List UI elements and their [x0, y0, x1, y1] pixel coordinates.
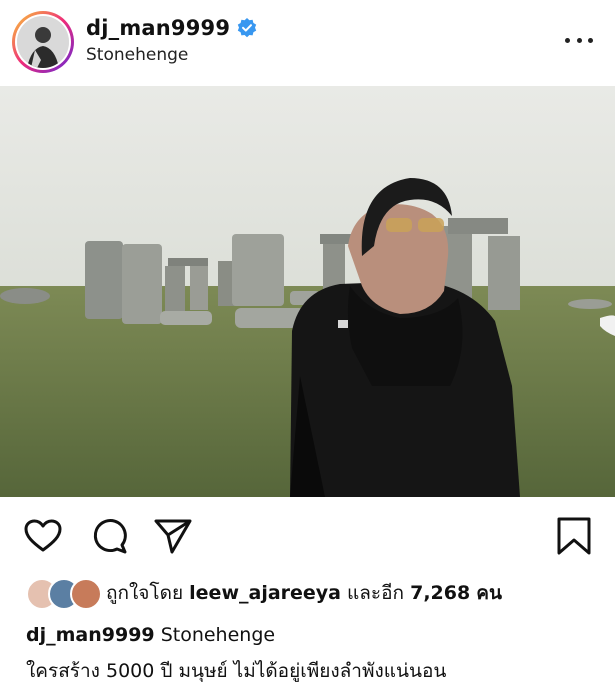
likes-suffix[interactable]: คน [476, 582, 502, 604]
likes-count-link[interactable]: 7,268 [410, 582, 470, 604]
comment-icon[interactable] [88, 515, 130, 557]
avatar-ring [15, 14, 71, 70]
liker-username-link[interactable]: leew_ajareeya [189, 582, 341, 604]
user-block: dj_man9999 Stonehenge [86, 16, 257, 65]
dot [588, 37, 593, 43]
location-link[interactable]: Stonehenge [86, 45, 257, 65]
avatar-image [17, 16, 69, 68]
caption-line-2: ใครสร้าง 5000 ปี มนุษย์ ไม่ได้อยู่เพียงล… [26, 660, 447, 682]
caption-username-link[interactable]: dj_man9999 [26, 624, 155, 646]
post-photo[interactable] [0, 86, 615, 497]
post-header: dj_man9999 Stonehenge [0, 0, 615, 86]
caption-text: Stonehenge [160, 624, 276, 646]
verified-badge-icon [237, 18, 257, 38]
likes-row: ถูกใจโดย leew_ajareeya และอีก 7,268 คน [26, 578, 502, 610]
likes-middle: และอีก [347, 582, 405, 604]
username-row: dj_man9999 [86, 16, 257, 40]
likes-summary: ถูกใจโดย leew_ajareeya และอีก 7,268 คน [106, 578, 502, 608]
liker-avatar [70, 578, 102, 610]
likes-prefix: ถูกใจโดย [106, 582, 184, 604]
share-icon[interactable] [152, 515, 194, 557]
bookmark-icon[interactable] [553, 515, 595, 557]
dot [565, 37, 570, 43]
more-options-icon[interactable] [565, 30, 593, 50]
avatar[interactable] [12, 11, 74, 73]
action-bar [0, 515, 615, 559]
heart-icon[interactable] [22, 515, 64, 557]
username-link[interactable]: dj_man9999 [86, 16, 230, 40]
dot [576, 37, 582, 43]
liker-avatars[interactable] [26, 578, 102, 610]
caption: dj_man9999 Stonehenge [26, 624, 275, 646]
